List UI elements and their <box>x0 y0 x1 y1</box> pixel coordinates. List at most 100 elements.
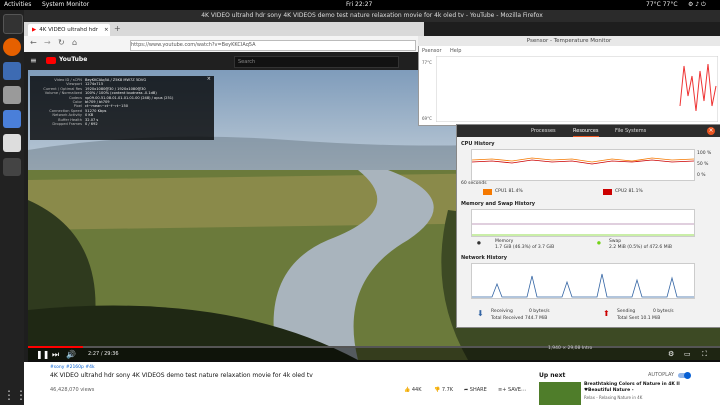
memory-value: 1.7 GiB (46.3%) of 3.7 GiB <box>495 245 555 250</box>
swap-pie-icon: ● <box>597 241 601 246</box>
close-window-icon[interactable]: × <box>707 127 715 135</box>
memory-graph <box>471 209 695 237</box>
pause-icon[interactable]: ❚❚ <box>36 350 49 359</box>
tab-resources[interactable]: Resources <box>573 126 599 137</box>
stats-row: Dropped Frames 0 / 692 <box>30 122 214 126</box>
video-info: #sony #2160p #4k 4K VIDEO ultrahd hdr so… <box>24 362 720 405</box>
cpu-axis-0: 0 % <box>697 173 706 178</box>
cpu2-label: CPU2 81.1% <box>615 189 643 194</box>
psensor-ymax: 77°C <box>422 60 432 65</box>
memory-pie-icon: ● <box>477 241 481 246</box>
youtube-favicon-icon: ▶ <box>32 27 37 33</box>
psensor-menu-help[interactable]: Help <box>450 48 461 54</box>
sending-label: Sending <box>617 309 636 314</box>
firefox-icon[interactable] <box>3 38 21 56</box>
progress-fill <box>28 346 84 348</box>
save-button[interactable]: ≡+ SAVE <box>498 387 521 393</box>
cpu-history-title: CPU History <box>461 141 495 147</box>
network-graph <box>471 263 695 299</box>
swap-value: 2.2 MiB (0.5%) of 472.6 MiB <box>609 245 672 250</box>
psensor-menu-psensor[interactable]: Psensor <box>422 48 442 54</box>
psensor-ymin: 69°C <box>422 116 432 121</box>
new-tab-icon[interactable]: + <box>114 24 121 33</box>
home-icon[interactable]: ⌂ <box>72 38 77 47</box>
window-title: 4K VIDEO ultrahd hdr sony 4K VIDEOS demo… <box>24 10 720 22</box>
thunderbird-icon[interactable] <box>3 62 21 80</box>
like-button[interactable]: 👍 44K <box>404 387 421 393</box>
up-next-label: Up next <box>539 372 566 379</box>
apps-grid-icon[interactable]: ⋮⋮ <box>3 386 27 404</box>
activities-button[interactable]: Activities <box>4 0 31 10</box>
app-menu[interactable]: System Monitor <box>42 0 89 10</box>
psensor-graph <box>436 56 718 122</box>
cpu2-color-swatch[interactable] <box>603 189 612 195</box>
system-monitor-icon[interactable] <box>3 158 21 176</box>
search-input[interactable]: Search <box>234 56 399 68</box>
cursor-readout: 1,940 × 29,08 Intro <box>548 346 593 351</box>
browser-tab[interactable]: ▶ 4K VIDEO ultrahd hdr × <box>28 24 110 36</box>
url-field[interactable]: https://www.youtube.com/watch?v=BeyKKCIA… <box>130 40 416 51</box>
thumbs-down-icon: 👎 <box>434 387 442 393</box>
fullscreen-icon[interactable]: ⛶ <box>702 350 707 359</box>
close-tab-icon[interactable]: × <box>104 27 109 33</box>
total-sent: Total Sent 10.1 MiB <box>617 316 661 321</box>
system-monitor-window: Processes Resources File Systems × CPU His… <box>456 124 720 328</box>
system-tray-icons[interactable]: ⚙ ♪ ⏻ <box>688 0 706 10</box>
thumbs-up-icon: 👍 <box>404 387 412 393</box>
autoplay-toggle[interactable] <box>678 372 691 379</box>
temperature-indicator[interactable]: 77°C 77°C <box>646 0 678 10</box>
swap-label: Swap <box>609 239 622 244</box>
close-stats-icon[interactable]: × <box>207 76 211 82</box>
time-display: 2:27 / 29:36 <box>88 351 119 357</box>
receiving-label: Receiving <box>491 309 513 314</box>
youtube-logo-icon[interactable] <box>46 57 56 64</box>
cpu-axis-label: 60 seconds <box>461 181 487 186</box>
forward-icon[interactable]: → <box>44 38 51 47</box>
back-icon[interactable]: ← <box>30 38 37 47</box>
cpu-axis-50: 50 % <box>697 162 709 167</box>
progress-track[interactable] <box>28 346 720 348</box>
dock: ⋮⋮ <box>0 10 27 405</box>
stats-rows: Video ID / sCPN BeyKKCIAq5A / Z5K8 MW7Z 5… <box>30 76 214 126</box>
network-history-title: Network History <box>461 255 507 261</box>
stats-key: Dropped Frames <box>52 122 82 127</box>
stats-value: 0 / 692 <box>85 122 98 127</box>
menu-icon[interactable]: ≡ <box>30 56 37 65</box>
total-received: Total Received 744.7 MiB <box>491 316 548 321</box>
help-icon[interactable] <box>3 134 21 152</box>
volume-icon[interactable]: 🔊 <box>66 350 76 359</box>
reload-icon[interactable]: ↻ <box>58 38 65 47</box>
sending-rate: 0 bytes/s <box>653 309 674 314</box>
memory-history-title: Memory and Swap History <box>461 201 536 207</box>
player-controls: ❚❚ ⏭ 🔊 2:27 / 29:36 1,940 × 29,08 Intro … <box>28 346 720 362</box>
memory-label: Memory <box>495 239 514 244</box>
view-count: 46,428,070 views <box>50 387 95 393</box>
clock[interactable]: Fri 22:27 <box>346 0 372 10</box>
theater-icon[interactable]: ▭ <box>684 350 691 358</box>
settings-icon[interactable]: ⚙ <box>668 350 674 358</box>
cpu-graph <box>471 149 695 181</box>
next-icon[interactable]: ⏭ <box>52 350 59 360</box>
receiving-arrow-icon: ⬇ <box>477 309 484 318</box>
sending-arrow-icon: ⬆ <box>603 309 610 318</box>
hashtags[interactable]: #sony #2160p #4k <box>50 365 95 370</box>
tab-file-systems[interactable]: File Systems <box>615 126 646 136</box>
cpu-axis-100: 100 % <box>697 151 712 156</box>
next-video-title[interactable]: Breathtaking Colors of Nature in 4K II ♥… <box>584 382 688 393</box>
cpu1-color-swatch[interactable] <box>483 189 492 195</box>
tab-processes[interactable]: Processes <box>531 126 556 136</box>
receiving-rate: 0 bytes/s <box>529 309 550 314</box>
next-video-channel: Relax - Relaxing Nature in 4K <box>584 395 643 400</box>
cpu1-label: CPU1 81.4% <box>495 189 523 194</box>
files-icon[interactable] <box>3 86 21 104</box>
more-icon[interactable]: ⋯ <box>520 387 526 394</box>
video-title: 4K VIDEO ultrahd hdr sony 4K VIDEOS demo… <box>50 372 313 379</box>
autoplay-label: AUTOPLAY <box>648 372 675 378</box>
terminal-icon[interactable] <box>3 14 23 34</box>
dislike-button[interactable]: 👎 7.7K <box>434 387 453 393</box>
software-icon[interactable] <box>3 110 21 128</box>
youtube-logo[interactable]: YouTube <box>59 56 87 63</box>
psensor-title: Psensor - Temperature Monitor <box>418 36 720 46</box>
share-button[interactable]: ➦ SHARE <box>464 387 487 393</box>
next-video-thumbnail[interactable] <box>539 382 581 405</box>
